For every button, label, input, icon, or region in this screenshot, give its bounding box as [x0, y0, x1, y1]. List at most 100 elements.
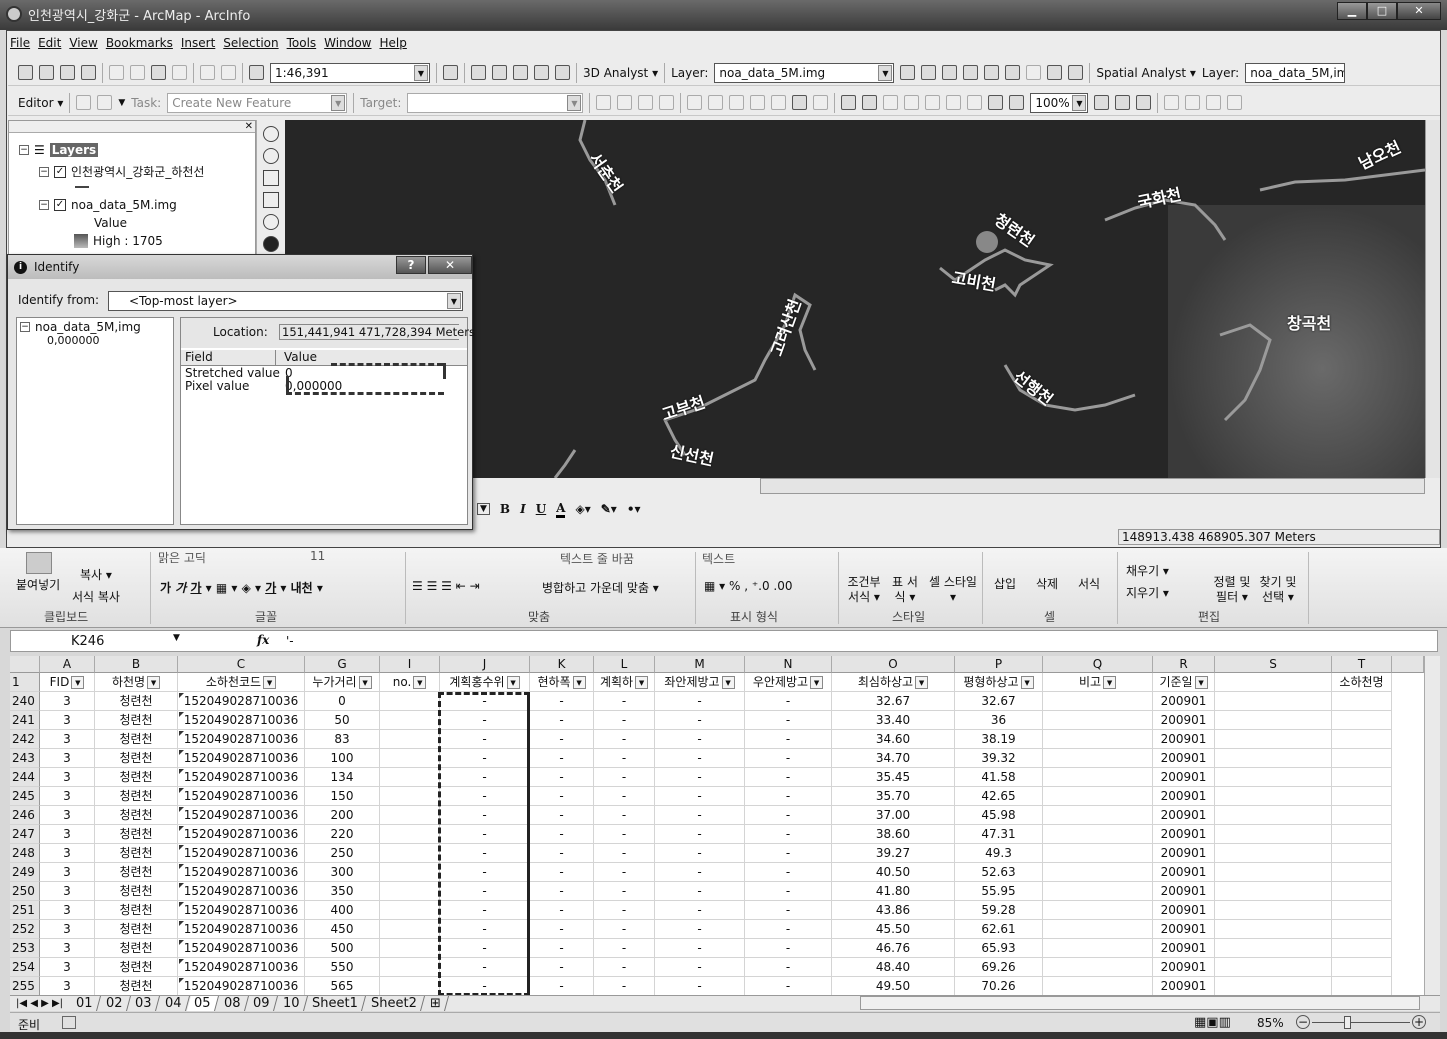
select-elements-icon[interactable] [729, 95, 745, 110]
cell-styles-button[interactable]: 셀 스타일 ▾ [928, 575, 978, 605]
extend-icon[interactable] [1206, 95, 1222, 110]
column-header-j[interactable]: J [440, 656, 530, 673]
layout-zoom-in-icon[interactable] [841, 95, 857, 110]
row-number[interactable]: 241 [10, 711, 40, 730]
font-buttons[interactable]: 가 가 가 ▾ ▦ ▾ ◈ ▾ 가 ▾ 내천 ▾ [160, 579, 323, 596]
number-buttons[interactable]: ▦ ▾ % , ⁺.0 .00 [704, 579, 793, 593]
filter-dropdown-icon[interactable]: ▼ [635, 676, 649, 689]
filter-dropdown-icon[interactable]: ▼ [506, 676, 520, 689]
table-cell[interactable]: - [530, 977, 594, 996]
row-number[interactable]: 245 [10, 787, 40, 806]
table-cell[interactable]: 34.70 [832, 749, 955, 768]
zoom-selected-icon[interactable] [750, 95, 766, 110]
table-cell[interactable]: 3 [40, 977, 95, 996]
menu-bookmarks[interactable]: Bookmarks [106, 36, 173, 50]
table-cell[interactable]: - [594, 977, 655, 996]
table-cell[interactable]: - [655, 958, 745, 977]
table-cell[interactable]: 350 [305, 882, 380, 901]
table-cell[interactable]: - [745, 825, 832, 844]
layer-name[interactable]: noa_data_5M.img [71, 198, 177, 212]
wrap-text-button[interactable]: 텍스트 줄 바꿈 [560, 550, 634, 567]
table-cell[interactable]: - [594, 806, 655, 825]
table-cell[interactable]: 청련천 [95, 787, 178, 806]
table-cell[interactable]: 152049028710036 [178, 863, 305, 882]
sort-filter-button[interactable]: 정렬 및 필터 ▾ [1208, 575, 1256, 605]
table-cell[interactable] [1332, 863, 1392, 882]
table-cell[interactable]: 3 [40, 825, 95, 844]
merge-center-button[interactable]: 병합하고 가운데 맞춤 ▾ [542, 579, 659, 596]
menu-insert[interactable]: Insert [181, 36, 215, 50]
sheet-tab-sheet2[interactable]: Sheet2 [364, 996, 426, 1011]
interpolate-line-icon[interactable] [984, 65, 1000, 80]
table-cell[interactable]: 3 [40, 844, 95, 863]
paste-icon[interactable] [26, 552, 52, 574]
table-cell[interactable] [1215, 806, 1332, 825]
table-cell[interactable]: - [530, 787, 594, 806]
table-cell[interactable]: 50 [305, 711, 380, 730]
layers-root[interactable]: Layers [49, 143, 99, 157]
filter-dropdown-icon[interactable]: ▼ [915, 676, 929, 689]
spatial-analyst-menu[interactable]: Spatial Analyst ▾ [1096, 66, 1196, 80]
table-cell[interactable]: - [745, 768, 832, 787]
table-cell[interactable]: - [655, 787, 745, 806]
intersect-icon[interactable] [1227, 95, 1243, 110]
table-cell[interactable]: 3 [40, 730, 95, 749]
number-format-combo[interactable]: 텍스트 [702, 550, 735, 567]
filter-dropdown-icon[interactable]: ▼ [147, 676, 161, 689]
header-cell[interactable]: 소하천명 [1332, 673, 1392, 692]
row-number[interactable]: 244 [10, 768, 40, 787]
table-cell[interactable] [1332, 787, 1392, 806]
table-cell[interactable] [1332, 806, 1392, 825]
row-number[interactable]: 251 [10, 901, 40, 920]
editor-menu[interactable]: Editor ▾ [18, 96, 63, 110]
table-cell[interactable]: 200901 [1153, 749, 1215, 768]
close-toc-icon[interactable]: ✕ [245, 121, 253, 132]
table-cell[interactable]: 청련천 [95, 711, 178, 730]
filter-dropdown-icon[interactable]: ▼ [810, 676, 824, 689]
row-number[interactable]: 254 [10, 958, 40, 977]
table-cell[interactable]: 500 [305, 939, 380, 958]
column-header-p[interactable]: P [955, 656, 1043, 673]
arctoolbox-icon[interactable] [492, 65, 507, 80]
view-buttons[interactable]: ▦▣▥ [1194, 1015, 1231, 1030]
table-cell[interactable] [380, 901, 440, 920]
name-box[interactable]: K246 [71, 634, 104, 649]
table-cell[interactable]: 52.63 [955, 863, 1043, 882]
table-cell[interactable]: 35.45 [832, 768, 955, 787]
table-cell[interactable]: 152049028710036 [178, 958, 305, 977]
table-cell[interactable]: 150 [305, 787, 380, 806]
header-cell[interactable]: 좌안제방고 ▼ [655, 673, 745, 692]
change-layout-icon[interactable] [1136, 95, 1152, 110]
table-cell[interactable]: 3 [40, 901, 95, 920]
column-header-n[interactable]: N [745, 656, 832, 673]
table-cell[interactable]: 300 [305, 863, 380, 882]
fixed-zoom-out-icon[interactable] [263, 192, 279, 208]
filter-dropdown-icon[interactable]: ▼ [358, 676, 372, 689]
table-cell[interactable]: 3 [40, 939, 95, 958]
table-cell[interactable]: - [594, 901, 655, 920]
close-button[interactable]: ✕ [1397, 2, 1441, 20]
table-cell[interactable] [1215, 692, 1332, 711]
layer-visibility-checkbox[interactable]: ✓ [54, 165, 66, 178]
column-header-m[interactable]: M [655, 656, 745, 673]
table-cell[interactable]: - [594, 882, 655, 901]
menu-window[interactable]: Window [324, 36, 371, 50]
field-column-header[interactable]: Field [181, 350, 276, 365]
table-cell[interactable]: 청련천 [95, 844, 178, 863]
table-cell[interactable] [1215, 730, 1332, 749]
filter-dropdown-icon[interactable]: ▼ [1194, 676, 1208, 689]
topology-icon[interactable] [1164, 95, 1180, 110]
table-cell[interactable] [1043, 711, 1153, 730]
copy-button[interactable]: 복사 ▾ [80, 566, 112, 583]
table-cell[interactable]: 200901 [1153, 768, 1215, 787]
table-cell[interactable] [1215, 825, 1332, 844]
table-cell[interactable] [1215, 844, 1332, 863]
table-cell[interactable]: - [594, 958, 655, 977]
zoom-in-icon[interactable] [263, 126, 279, 142]
table-cell[interactable] [1332, 749, 1392, 768]
new-icon[interactable] [18, 65, 33, 80]
header-cell[interactable]: FID ▼ [40, 673, 95, 692]
table-cell[interactable]: 100 [305, 749, 380, 768]
table-cell[interactable]: 200901 [1153, 977, 1215, 996]
table-cell[interactable]: 45.98 [955, 806, 1043, 825]
